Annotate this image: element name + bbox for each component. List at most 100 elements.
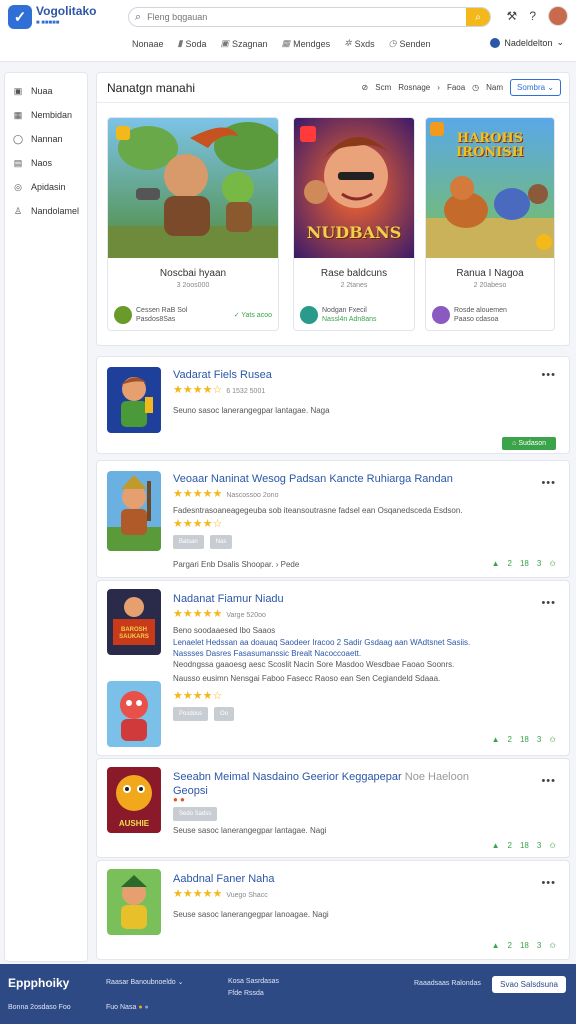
list-item[interactable]: AUSHIE Seeabn Meimal Nasdaino Geerior Ke… [96,758,570,858]
language-selector[interactable]: Nadeldelton ⌄ [490,37,564,48]
item-link[interactable]: Pargari Enb Dsalis Shoopar. [173,560,274,569]
rating-stars-secondary: ★★★★☆ [173,518,223,530]
sidebar-item[interactable]: ♙ Nandolamel [5,199,87,223]
subscribe-button[interactable]: Svao Salsdsuna [492,976,566,993]
tag-badge[interactable]: Oo [214,707,235,721]
list-item[interactable]: BAROSH SAUKARS Nadanat Fiamur Niadu ★★★★… [96,580,570,756]
star-icon[interactable]: ✩ [549,941,556,950]
sidebar-item[interactable]: ▣ Nuaa [5,79,87,103]
footer-brand[interactable]: Eppphoiky [8,976,69,990]
game-description: Seuno sasoc lanerangegpar lantagae. Naga [173,406,330,415]
footer: Eppphoiky Bonna 2osdaso Foo Raasar Banou… [0,964,576,1024]
game-meta: 3 2oos000 [176,282,210,289]
game-title[interactable]: Aabdnal Faner Naha [173,873,275,885]
game-description: Fadesntrasoaneagegeuba sob iteansoutrasn… [173,506,463,515]
search-button[interactable]: ⌕ [466,8,490,26]
sidebar-item[interactable]: ◎ Apidasin [5,175,87,199]
game-thumbnail[interactable] [107,681,161,747]
list-item[interactable]: Vadarat Fiels Rusea ★★★★☆ 6 1532 5001 Seu… [96,356,570,454]
item-stats: ▲ 2 18 3 ✩ [491,941,556,950]
game-title[interactable]: Ranua I Nagoa [426,268,554,279]
footer-link[interactable]: Ffde Rssda [228,990,264,997]
more-options-icon[interactable]: ••• [541,477,556,489]
game-thumbnail[interactable]: BAROSH SAUKARS [107,589,161,655]
search-input[interactable] [147,12,448,22]
item-stats: ▲ 2 18 3 ✩ [491,841,556,850]
footer-link[interactable]: Raaadsaas Ralondas [414,980,481,987]
game-thumbnail[interactable] [107,367,161,433]
like-icon[interactable]: ▲ [492,559,500,568]
game-meta: 2 20abeso [473,282,507,289]
more-options-icon[interactable]: ••• [541,369,556,381]
featured-card[interactable]: HAROHS IRONISH Ranua I Nagoa 2 20abeso R… [425,117,555,331]
nav-item[interactable]: Nonaae [132,38,164,49]
sidebar-item[interactable]: ▤ Naos [5,151,87,175]
tag-badge[interactable]: Nas [209,535,233,549]
page-icon: ▮ [177,38,183,48]
game-artwork: NUDBANS [294,118,414,258]
help-icon[interactable]: ? [529,9,536,23]
like-icon[interactable]: ▲ [492,735,500,744]
filter-scm[interactable]: Scm [375,83,391,92]
settings-icon[interactable]: ⚒ [507,9,518,23]
gear-icon: ✲ [344,38,352,48]
tag-badge[interactable]: Batsan [173,535,204,549]
more-options-icon[interactable]: ••• [541,597,556,609]
game-title[interactable]: Nadanat Fiamur Niadu [173,593,284,605]
game-title[interactable]: Seeabn Meimal Nasdaino Geerior Keggapepa… [173,771,469,783]
filter-nam[interactable]: Nam [486,83,503,92]
avatar[interactable] [548,6,568,26]
footer-link[interactable]: Kosa Sasrdasas [228,978,279,985]
star-icon[interactable]: ✩ [549,559,556,568]
more-options-icon[interactable]: ••• [541,775,556,787]
list-item[interactable]: Veoaar Naninat Wesog Padsan Kancte Ruhia… [96,460,570,578]
game-title[interactable]: Vadarat Fiels Rusea [173,369,272,381]
sidebar: ▣ Nuaa ▦ Nembidan ◯ Nannan ▤ Naos ◎ Apidasin … [4,72,88,962]
logo[interactable]: ✓ Vogolitako ■ ■■■■■ [8,5,96,29]
list-item[interactable]: Aabdnal Faner Naha ★★★★★ Vuego Shacc Seus… [96,860,570,960]
sidebar-item[interactable]: ◯ Nannan [5,127,87,151]
install-button[interactable]: ⌂ Sudason [502,437,556,450]
filter-faoa[interactable]: Faoa [447,83,465,92]
search-bar[interactable]: ⌕ ⌕ [128,7,491,27]
page-title: Nanatgn manahi [107,80,196,95]
logo-title: Vogolitako [36,4,97,18]
image-icon: ▣ [220,38,230,48]
featured-panel: Nanatgn manahi ⊘ Scm Rosnage › Faoa ◷ Na… [96,72,570,346]
item-link[interactable]: Pede [281,560,300,569]
featured-card[interactable]: Noscbai hyaan 3 2oos000 Cessen RaB Sol Pa… [107,117,279,331]
item-stats: ▲ 2 18 3 ✩ [491,735,556,744]
game-thumbnail[interactable] [107,471,161,551]
footer-link[interactable]: Raasar Banoubnoeldo ⌄ [106,978,183,986]
nav-item[interactable]: ▦ Mendges [282,38,331,49]
filter-icon[interactable]: ⊘ [362,83,369,92]
chat-icon: ◯ [13,133,24,144]
game-art-title: HAROHS IRONISH [456,131,524,160]
game-title[interactable]: Noscbai hyaan [108,268,278,279]
status-badge: ✓ Yats acoo [233,311,272,319]
nav-item[interactable]: ◷ Senden [389,38,431,49]
star-icon[interactable]: ✩ [549,841,556,850]
sidebar-item[interactable]: ▦ Nembidan [5,103,87,127]
like-icon[interactable]: ▲ [492,841,500,850]
featured-card[interactable]: NUDBANS Rase baldcuns 2 2tanes Nodgan Fx… [293,117,415,331]
star-icon[interactable]: ✩ [549,735,556,744]
nav-item[interactable]: ▣ Szagnan [221,38,268,49]
sort-button[interactable]: Sombra ⌄ [510,79,561,96]
tag-badge[interactable]: Posdoss [173,707,209,721]
circle-icon: ◎ [14,181,22,192]
nav-item[interactable]: ✲ Sxds [344,38,375,49]
chevron-right-icon: › [437,83,440,92]
game-thumbnail[interactable]: AUSHIE [107,767,161,833]
nav-item[interactable]: ▮ Soda [178,38,207,49]
game-title[interactable]: Rase baldcuns [294,268,414,279]
game-title[interactable]: Veoaar Naninat Wesog Padsan Kancte Ruhia… [173,473,453,485]
rating-stars: ★★★★★ Vuego Shacc [173,888,268,900]
filter-rosnage[interactable]: Rosnage [398,83,430,92]
game-description: Seuse sasoc lanerangegpar lantagae. Nagi [173,826,327,835]
footer-link[interactable]: Fuo Nasa ● ● [106,1004,149,1011]
game-thumbnail[interactable] [107,869,161,935]
more-options-icon[interactable]: ••• [541,877,556,889]
like-icon[interactable]: ▲ [492,941,500,950]
developer-logo [300,306,318,324]
